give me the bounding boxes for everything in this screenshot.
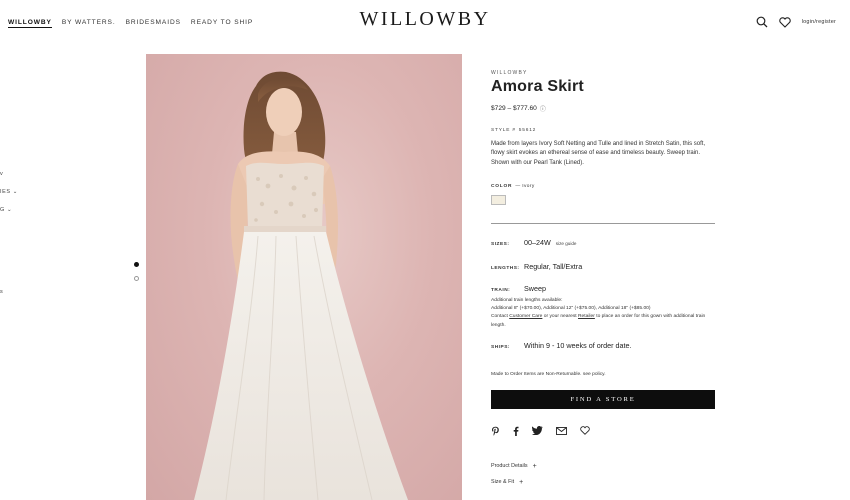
nav-link-by-watters[interactable]: BY WATTERS. [62,19,116,28]
heart-icon[interactable] [778,16,791,28]
sizes-label: SIZES: [491,241,510,247]
accordion-size-fit[interactable]: Size & Fit + [491,479,716,486]
train-note-text: Contact [491,314,510,320]
carousel-dot[interactable] [134,276,139,281]
train-label: TRAIN: [491,287,511,293]
train-note-line: Additional train lengths available: [491,297,563,303]
accordion-label: Size & Fit [491,479,515,486]
divider [491,222,715,224]
sizes-row: SIZES: 00–24W size guide [491,238,716,247]
login-register-link[interactable]: login/register [802,19,836,25]
customer-care-link[interactable]: Customer Care [509,314,542,319]
nav-link-willowby[interactable]: WILLOWBY [8,19,52,28]
retailer-link[interactable]: Retailer [578,314,595,319]
color-value: — Ivory [515,183,535,189]
filter-fragment[interactable]: v [0,171,3,177]
plus-icon[interactable]: + [519,479,523,486]
accordion-label: Product Details [491,463,528,470]
train-note: Additional train lengths available: Addi… [491,297,716,330]
product-title: Amora Skirt [491,78,584,95]
style-label: STYLE # [491,128,516,133]
accordion-product-details[interactable]: Product Details + [491,463,716,470]
primary-nav: WILLOWBY BY WATTERS. BRIDESMAIDS READY T… [8,19,253,28]
top-navigation: WILLOWBY BY WATTERS. BRIDESMAIDS READY T… [0,0,850,46]
site-logo[interactable]: WILLOWBY [300,8,550,31]
product-details-panel: WILLOWBY Amora Skirt $729 – $777.60 ⓘ ST… [491,70,716,486]
train-note-line: Additional 8" (+$70.00), Additional 12" … [491,306,651,312]
lengths-row: LENGTHS: Regular, Tall/Extra [491,262,716,271]
lengths-value: Regular, Tall/Extra [524,261,583,271]
product-image [146,54,462,500]
product-description: Made from layers Ivory Soft Netting and … [491,141,706,166]
facebook-icon[interactable] [513,426,519,436]
color-label: COLOR [491,183,513,189]
color-row: COLOR — Ivory [491,184,716,189]
train-value: Sweep [524,283,546,293]
filter-fragment[interactable]: IES ⌄ [0,189,18,195]
carousel-dot-active[interactable] [134,262,139,267]
product-brand: WILLOWBY [491,70,528,76]
style-number: 55612 [518,128,537,133]
lengths-label: LENGTHS: [491,265,520,271]
style-number-row: STYLE # 55612 [491,128,716,133]
product-price: $729 – $777.60 [491,105,537,112]
size-guide-link[interactable]: size guide [556,241,577,246]
search-icon[interactable] [756,16,768,28]
filter-fragment[interactable]: s [0,289,3,295]
filter-fragment[interactable]: G ⌄ [0,207,12,213]
nav-link-bridesmaids[interactable]: BRIDESMAIDS [126,19,181,28]
train-note-text: or your nearest [542,314,579,320]
email-icon[interactable] [556,426,567,435]
heart-icon[interactable] [580,426,590,436]
plus-icon[interactable]: + [533,463,537,470]
ships-row: SHIPS: Within 9 - 10 weeks of order date… [491,341,716,350]
ships-value: Within 9 - 10 weeks of order date. [524,340,632,350]
price-row: $729 – $777.60 ⓘ [491,104,716,113]
train-row: TRAIN: Sweep [491,284,716,293]
info-icon[interactable]: ⓘ [540,104,546,113]
ships-label: SHIPS: [491,344,510,350]
train-note-contact: Contact Customer Care or your nearest Re… [491,313,716,329]
return-policy-note[interactable]: Made to Order Items are Non-Returnable. … [491,372,716,377]
nav-link-ready-to-ship[interactable]: READY TO SHIP [191,19,253,28]
share-icons [491,426,716,436]
nav-utilities: login/register [756,16,836,28]
twitter-icon[interactable] [532,426,543,436]
sizes-value: 00–24W [524,237,551,247]
color-swatch-ivory[interactable] [491,194,506,205]
pinterest-icon[interactable] [491,426,500,436]
find-a-store-button[interactable]: FIND A STORE [491,389,715,409]
